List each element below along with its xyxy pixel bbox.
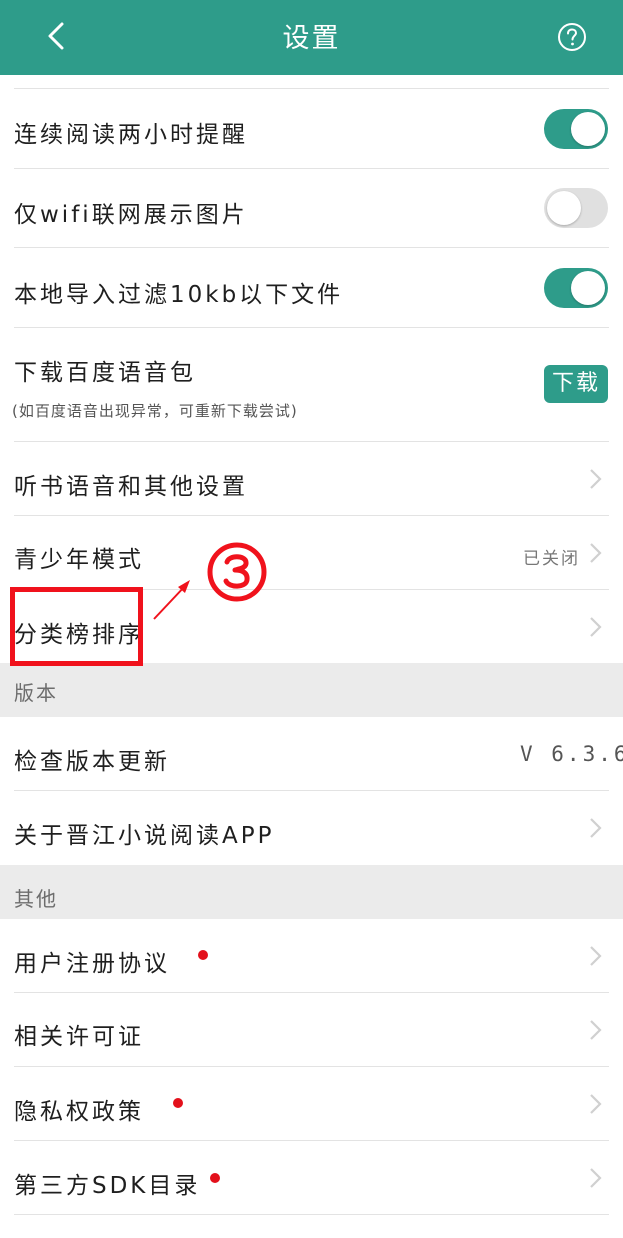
divider <box>14 327 609 328</box>
setting-label: 相关许可证 <box>14 1024 144 1050</box>
setting-label: 隐私权政策 <box>14 1099 144 1125</box>
version-number: V 6.3.6 <box>520 742 623 766</box>
setting-about[interactable]: 关于晋江小说阅读APP <box>0 791 623 864</box>
section-header-version: 版本 <box>0 663 623 717</box>
chevron-right-icon <box>590 818 602 838</box>
setting-label: 检查版本更新 <box>14 749 170 775</box>
reading-reminder-toggle[interactable] <box>544 109 608 149</box>
setting-label: 关于晋江小说阅读APP <box>14 823 275 849</box>
other-item-licenses[interactable]: 相关许可证 <box>0 993 623 1066</box>
page-title: 设置 <box>282 23 341 54</box>
unread-dot <box>198 950 208 960</box>
toggle-knob <box>547 191 581 225</box>
baidu-voice-hint: (如百度语音出现异常，可重新下载尝试) <box>12 402 298 420</box>
setting-label: 用户注册协议 <box>14 951 170 977</box>
setting-label: 连续阅读两小时提醒 <box>14 122 248 148</box>
annotation-step-number: ③ <box>207 542 267 602</box>
wifi-images-toggle[interactable] <box>544 188 608 228</box>
download-voice-button[interactable]: 下载 <box>544 365 608 403</box>
divider <box>14 1214 609 1215</box>
chevron-right-icon <box>590 1168 602 1188</box>
baidu-voice-label: 下载百度语音包 <box>14 360 196 386</box>
setting-filter-local: 本地导入过滤10kb以下文件 <box>0 248 623 327</box>
setting-label: 仅wifi联网展示图片 <box>14 202 248 228</box>
setting-label: 第三方SDK目录 <box>14 1173 201 1199</box>
section-title: 其他 <box>14 887 58 911</box>
app-header: 设置 <box>0 0 623 75</box>
setting-label: 青少年模式 <box>14 547 144 573</box>
chevron-right-icon <box>590 946 602 966</box>
other-item-privacy-policy[interactable]: 隐私权政策 <box>0 1067 623 1140</box>
unread-dot <box>210 1173 220 1183</box>
question-circle-icon[interactable] <box>556 21 588 53</box>
youth-mode-status: 已关闭 <box>523 549 580 569</box>
annotation-highlight-box <box>10 587 143 666</box>
chevron-right-icon <box>590 1094 602 1114</box>
toggle-knob <box>571 271 605 305</box>
chevron-right-icon <box>590 543 602 563</box>
section-title: 版本 <box>14 681 58 705</box>
setting-reading-reminder: 连续阅读两小时提醒 <box>0 89 623 168</box>
filter-local-toggle[interactable] <box>544 268 608 308</box>
setting-wifi-images: 仅wifi联网展示图片 <box>0 169 623 248</box>
setting-label: 听书语音和其他设置 <box>14 474 248 500</box>
unread-dot <box>173 1098 183 1108</box>
toggle-knob <box>571 112 605 146</box>
setting-tts[interactable]: 听书语音和其他设置 <box>0 442 623 515</box>
chevron-right-icon <box>590 617 602 637</box>
annotation-arrow-icon <box>153 580 190 620</box>
section-header-other: 其他 <box>0 865 623 919</box>
setting-youth-mode[interactable]: 青少年模式 已关闭 <box>0 516 623 589</box>
other-item-user-agreement[interactable]: 用户注册协议 <box>0 919 623 992</box>
chevron-right-icon <box>590 469 602 489</box>
setting-label: 本地导入过滤10kb以下文件 <box>14 282 344 308</box>
chevron-right-icon <box>590 1020 602 1040</box>
other-item-third-party-sdk[interactable]: 第三方SDK目录 <box>0 1141 623 1214</box>
